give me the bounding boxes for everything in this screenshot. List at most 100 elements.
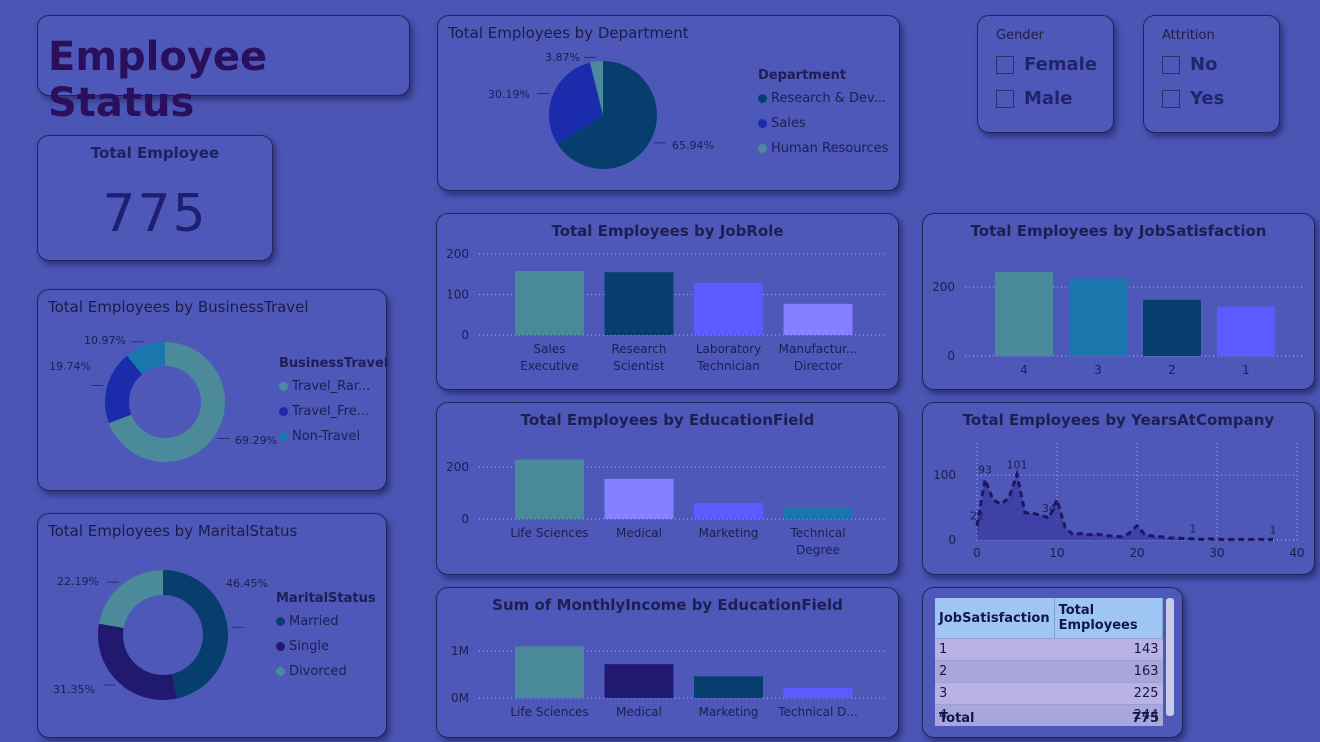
- column-header[interactable]: Total Employees: [1054, 598, 1164, 639]
- satisfaction-table-card: JobSatisfaction Total Employees 1 143 2 16…: [922, 587, 1183, 738]
- satisfaction-table: JobSatisfaction Total Employees 1 143 2 16…: [935, 598, 1164, 726]
- attrition-slicer-title: Attrition: [1162, 28, 1215, 43]
- gender-option-male[interactable]: Male: [996, 88, 1072, 109]
- checkbox[interactable]: [1162, 55, 1180, 74]
- x-tick-label: 3: [1094, 363, 1102, 377]
- table-cell: 143: [1054, 638, 1163, 661]
- legend-item[interactable]: Research & Dev...: [758, 91, 888, 106]
- data-label: 101: [1007, 458, 1028, 471]
- data-label: 22.19%: [57, 575, 99, 588]
- legend-item[interactable]: Travel_Fre...: [279, 404, 388, 419]
- checkbox[interactable]: [996, 89, 1014, 108]
- gender-slicer: Gender Female Male: [977, 15, 1114, 133]
- legend-item[interactable]: Divorced: [276, 664, 376, 679]
- table-cell: 2: [935, 660, 1055, 683]
- data-label: 22: [970, 510, 984, 523]
- x-tick-label: Sales: [534, 342, 566, 356]
- x-tick-label: Technical D...: [777, 705, 858, 719]
- checkbox[interactable]: [996, 55, 1014, 74]
- bar: [694, 283, 763, 335]
- checkbox[interactable]: [1162, 89, 1180, 108]
- gender-option-female[interactable]: Female: [996, 54, 1097, 75]
- marital-status-legend: MaritalStatus Married Single Divorced: [276, 591, 376, 689]
- x-tick-label: 10: [1049, 546, 1064, 560]
- monthly-income-card: Sum of MonthlyIncome by EducationField 0…: [436, 587, 899, 738]
- kpi-card: Total Employee 775: [37, 135, 273, 261]
- education-field-bar-chart: 0 200 Life Sciences Medical Marketing Technic…: [446, 459, 887, 557]
- years-at-company-card: Total Employees by YearsAtCompany 0 100 0 1…: [922, 402, 1315, 575]
- table-row: 1 143: [935, 638, 1163, 661]
- years-at-company-area-chart: 0 100 0 10 20 30 40 22 93 101 34 1 1: [933, 443, 1305, 560]
- legend-item[interactable]: Non-Travel: [279, 429, 388, 444]
- data-label: 69.29%: [235, 434, 277, 447]
- bar: [783, 303, 853, 335]
- department-legend: Department Research & Dev... Sales Human…: [758, 68, 888, 166]
- x-tick-label: Research: [611, 342, 666, 356]
- x-tick-label: Marketing: [699, 705, 759, 719]
- legend-item[interactable]: Travel_Rar...: [279, 379, 388, 394]
- x-tick-label: Life Sciences: [510, 526, 588, 540]
- legend-title: MaritalStatus: [276, 591, 376, 606]
- legend-title: Department: [758, 68, 847, 83]
- y-tick-label: 200: [446, 247, 469, 261]
- x-tick-label: 0: [973, 546, 981, 560]
- y-tick-label: 0: [461, 512, 469, 526]
- business-travel-legend: BusinessTravel Travel_Rar... Travel_Fre.…: [279, 356, 388, 454]
- gender-slicer-title: Gender: [996, 28, 1044, 43]
- x-tick-label: Medical: [616, 526, 662, 540]
- table-total-row: Total 775: [939, 711, 1159, 726]
- bar: [604, 664, 674, 698]
- bar: [515, 646, 584, 698]
- data-label: 65.94%: [672, 139, 714, 152]
- kpi-value: 775: [102, 184, 208, 244]
- bar: [995, 271, 1053, 356]
- y-tick-label: 100: [446, 288, 469, 302]
- x-tick-label: Laboratory: [696, 342, 761, 356]
- pie-slice: [98, 623, 178, 700]
- x-tick-label: Technical: [789, 526, 845, 540]
- attrition-option-yes[interactable]: Yes: [1162, 88, 1224, 109]
- job-satisfaction-bar-chart: 0 200 4 3 2 1: [932, 271, 1305, 377]
- x-tick-label: Scientist: [613, 359, 665, 373]
- attrition-option-no[interactable]: No: [1162, 54, 1217, 75]
- area-fill: [977, 474, 1273, 540]
- x-tick-label: Director: [794, 359, 842, 373]
- bar: [515, 271, 584, 335]
- legend-item[interactable]: Sales: [758, 116, 888, 131]
- legend-item[interactable]: Human Resources: [758, 141, 888, 156]
- job-satisfaction-card: Total Employees by JobSatisfaction 0 200 4…: [922, 213, 1315, 390]
- y-tick-label: 1M: [451, 644, 469, 658]
- x-tick-label: 20: [1129, 546, 1144, 560]
- bar: [783, 687, 853, 698]
- table-cell: 3: [935, 682, 1055, 705]
- table-cell: 225: [1054, 682, 1163, 705]
- x-tick-label: 30: [1209, 546, 1224, 560]
- x-tick-label: 2: [1168, 363, 1176, 377]
- y-tick-label: 0M: [451, 691, 469, 705]
- y-tick-label: 200: [932, 280, 955, 294]
- data-label: 30.19%: [488, 88, 530, 101]
- job-role-bar-chart: 0 100 200 Sales Executive Research Scientist La…: [446, 247, 887, 373]
- marital-status-card: Total Employees by MaritalStatus 46.45% 3…: [37, 513, 387, 738]
- table-row: 3 225: [935, 682, 1163, 705]
- table-scrollbar[interactable]: [1166, 598, 1174, 716]
- y-tick-label: 100: [933, 468, 956, 482]
- x-tick-label: Marketing: [699, 526, 759, 540]
- data-label: 93: [978, 464, 992, 477]
- education-field-card: Total Employees by EducationField 0 200 Li…: [436, 402, 899, 575]
- bar: [783, 508, 853, 519]
- title-card: Employee Status: [37, 15, 410, 126]
- table-row: 2 163: [935, 660, 1163, 683]
- data-label: 10.97%: [84, 334, 126, 347]
- job-role-card: Total Employees by JobRole 0 100 200 Sales E…: [436, 213, 899, 390]
- bar: [604, 272, 674, 335]
- attrition-slicer: Attrition No Yes: [1143, 15, 1280, 133]
- table-cell: 1: [935, 638, 1055, 661]
- table-total-value: 775: [1131, 711, 1159, 726]
- y-tick-label: 0: [948, 533, 956, 547]
- legend-item[interactable]: Single: [276, 639, 376, 654]
- legend-item[interactable]: Married: [276, 614, 376, 629]
- y-tick-label: 0: [947, 349, 955, 363]
- bar: [515, 459, 584, 519]
- column-header[interactable]: JobSatisfaction: [935, 598, 1055, 639]
